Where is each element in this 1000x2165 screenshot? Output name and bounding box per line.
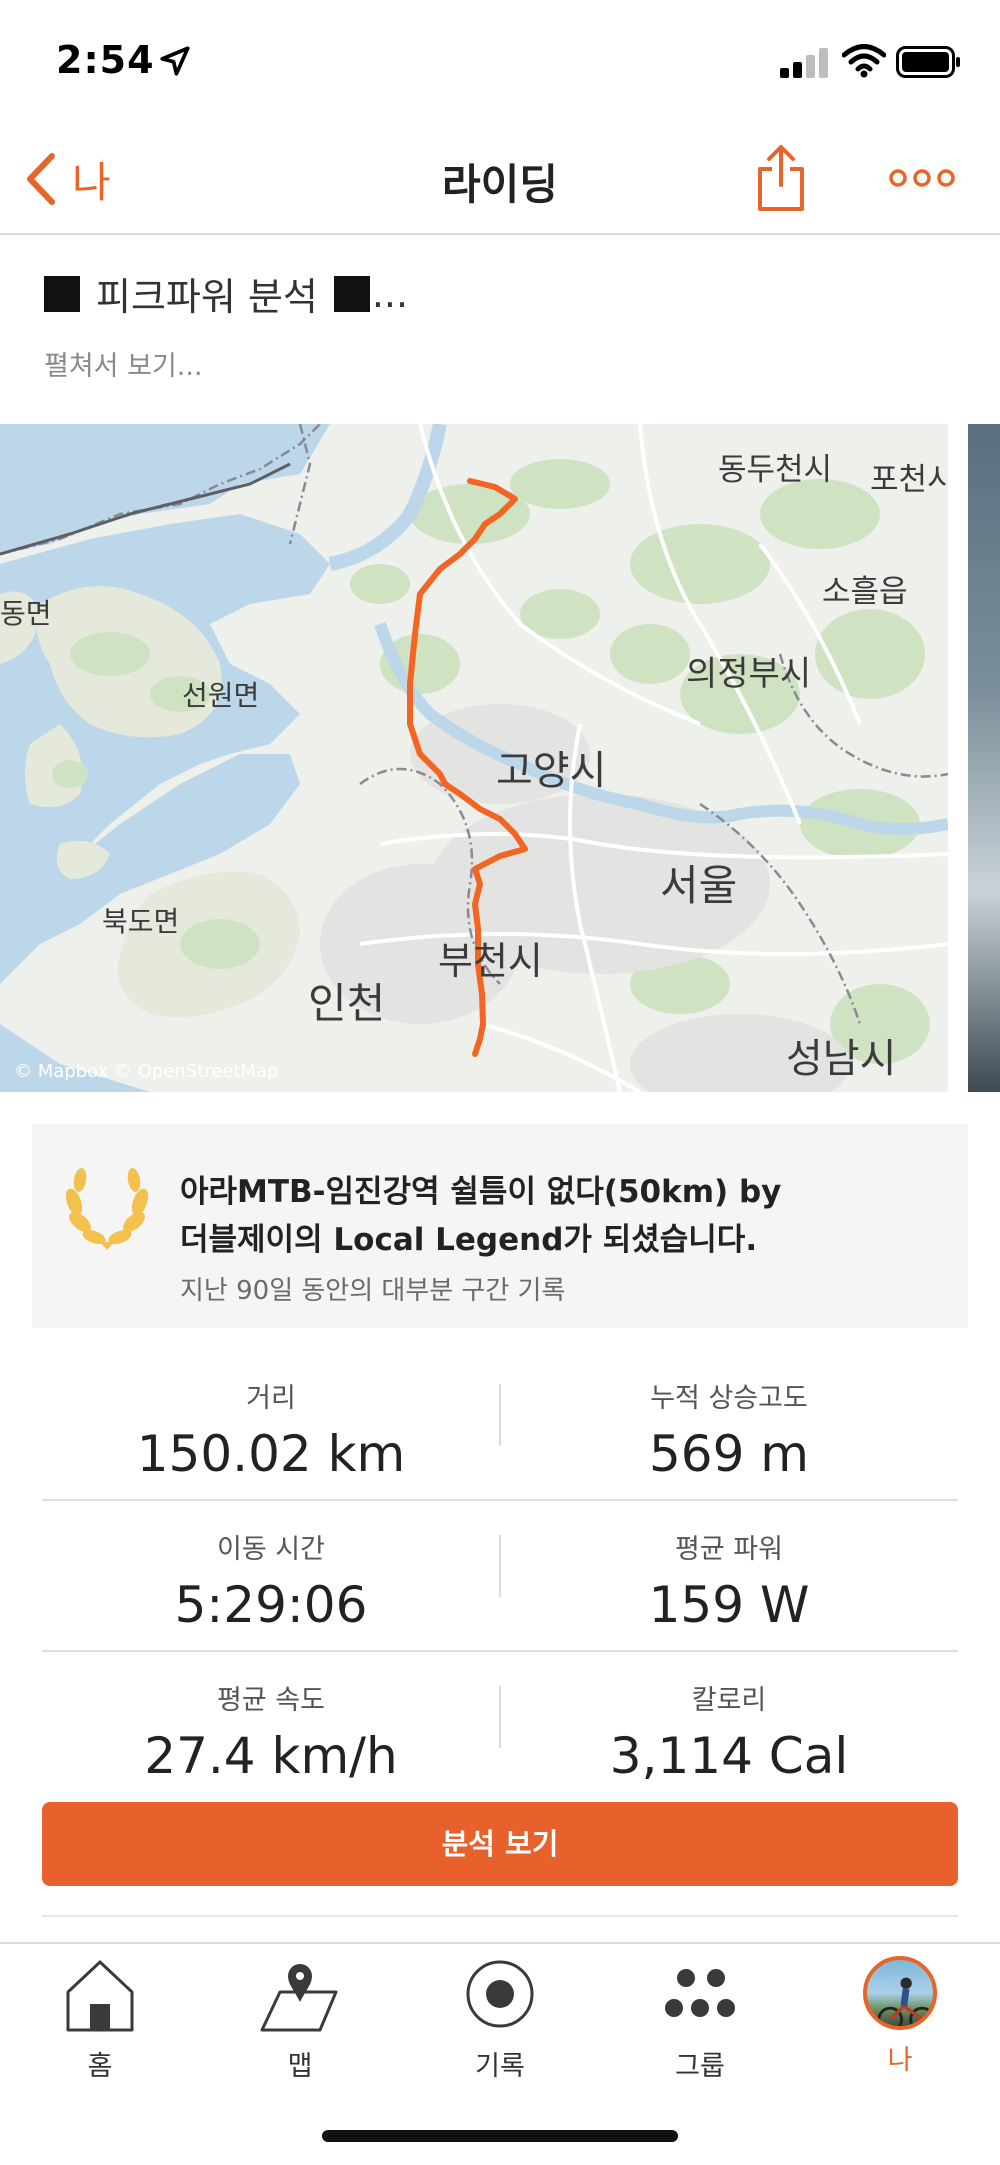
share-icon[interactable]: [756, 143, 806, 213]
map-label: 선원면: [182, 679, 260, 712]
map-label: 성남시: [786, 1036, 897, 1082]
record-icon: [466, 1960, 534, 2028]
map-label: 고양시: [496, 748, 607, 794]
tab-label: 홈: [87, 2051, 113, 2082]
legend-title-line1: 아라MTB-임진강역 쉴틈이 없다(50km) by: [180, 1174, 782, 1210]
stat-label: 평균 속도: [217, 1685, 325, 1716]
map-label: 소흘읍: [822, 574, 908, 610]
stat-moving-time: 이동 시간 5:29:06: [42, 1501, 500, 1634]
description-text: 피크파워 분석: [96, 275, 318, 319]
black-square-icon: [333, 275, 370, 312]
stats-grid: 거리 150.02 km 누적 상승고도 569 m 이동 시간 5:29:06…: [42, 1350, 958, 1803]
stat-label: 칼로리: [691, 1685, 767, 1716]
view-analysis-button[interactable]: 분석 보기: [42, 1802, 958, 1886]
stat-label: 평균 파워: [675, 1534, 783, 1565]
tab-profile[interactable]: 나: [800, 1952, 1000, 2076]
tab-label: 나: [887, 2045, 913, 2076]
stat-label: 누적 상승고도: [650, 1383, 808, 1414]
map-label: 서울: [660, 861, 738, 910]
map-label: 동면: [0, 597, 52, 630]
map-canvas: [0, 424, 948, 1092]
stat-label: 거리: [246, 1383, 296, 1414]
stat-label: 이동 시간: [217, 1534, 325, 1565]
activity-description: 피크파워 분석 ...: [44, 266, 408, 321]
stat-value: 3,114 Cal: [609, 1727, 849, 1785]
more-options-icon[interactable]: [888, 163, 956, 193]
nav-bar: 나 라이딩: [0, 125, 1000, 235]
tab-label: 기록: [475, 2051, 525, 2082]
wifi-icon: [842, 44, 886, 78]
tab-map[interactable]: 맵: [200, 1952, 400, 2082]
stat-value: 159 W: [648, 1576, 810, 1634]
stat-average-power: 평균 파워 159 W: [500, 1501, 958, 1634]
page-title: 라이딩: [442, 160, 558, 209]
cellular-signal-icon: [780, 48, 828, 78]
map-attribution: © Mapbox © OpenStreetMap: [14, 1061, 279, 1082]
tab-home[interactable]: 홈: [0, 1952, 200, 2082]
legend-title-line2: 더블제이의 Local Legend가 되셨습니다.: [180, 1222, 758, 1258]
map-label: 인천: [308, 979, 386, 1028]
map-pin-icon: [260, 1964, 338, 2032]
map-label: 동두천시: [718, 452, 833, 488]
stat-calories: 칼로리 3,114 Cal: [500, 1652, 958, 1785]
description-ellipsis: ...: [371, 271, 409, 316]
tab-label: 그룹: [675, 2051, 725, 2082]
stat-distance: 거리 150.02 km: [42, 1350, 500, 1483]
battery-icon: [896, 46, 960, 78]
stat-value: 150.02 km: [136, 1425, 406, 1483]
photo-thumbnail[interactable]: [968, 424, 1000, 1092]
avatar: [863, 1956, 937, 2030]
map-label: 포천시: [870, 462, 948, 498]
local-legend-banner[interactable]: 아라MTB-임진강역 쉴틈이 없다(50km) by 더블제이의 Local L…: [32, 1124, 968, 1328]
stat-elevation-gain: 누적 상승고도 569 m: [500, 1350, 958, 1483]
stat-row: 거리 150.02 km 누적 상승고도 569 m: [42, 1350, 958, 1501]
stat-value: 569 m: [648, 1425, 810, 1483]
black-square-icon: [44, 275, 80, 312]
status-time: 2:54: [56, 38, 155, 82]
stat-row: 평균 속도 27.4 km/h 칼로리 3,114 Cal: [42, 1652, 958, 1803]
tab-groups[interactable]: 그룹: [600, 1952, 800, 2082]
home-icon: [66, 1960, 134, 2032]
legend-subtitle: 지난 90일 동안의 대부분 구간 기록: [180, 1276, 566, 1306]
group-icon: [665, 1969, 735, 2017]
map-label: 북도면: [102, 905, 180, 938]
location-arrow-icon: [160, 46, 190, 76]
stat-row: 이동 시간 5:29:06 평균 파워 159 W: [42, 1501, 958, 1652]
stat-value: 27.4 km/h: [144, 1727, 398, 1785]
status-bar: 2:54: [0, 0, 1000, 125]
cyclist-photo-icon: [877, 1977, 933, 2026]
map-label: 부천시: [438, 939, 543, 983]
expand-description-link[interactable]: 펼쳐서 보기...: [44, 344, 203, 383]
laurel-wreath-icon: [65, 1168, 149, 1250]
map-label: 의정부시: [686, 654, 812, 694]
stat-value: 5:29:06: [174, 1576, 368, 1634]
tab-label: 맵: [287, 2051, 313, 2082]
route-map[interactable]: 동두천시 포천시 소흘읍 동면 선원면 의정부시 고양시 서울 북도면 부천시 …: [0, 424, 948, 1092]
divider: [42, 1915, 958, 1917]
tab-record[interactable]: 기록: [400, 1952, 600, 2082]
stat-average-speed: 평균 속도 27.4 km/h: [42, 1652, 500, 1785]
home-indicator: [322, 2130, 678, 2142]
